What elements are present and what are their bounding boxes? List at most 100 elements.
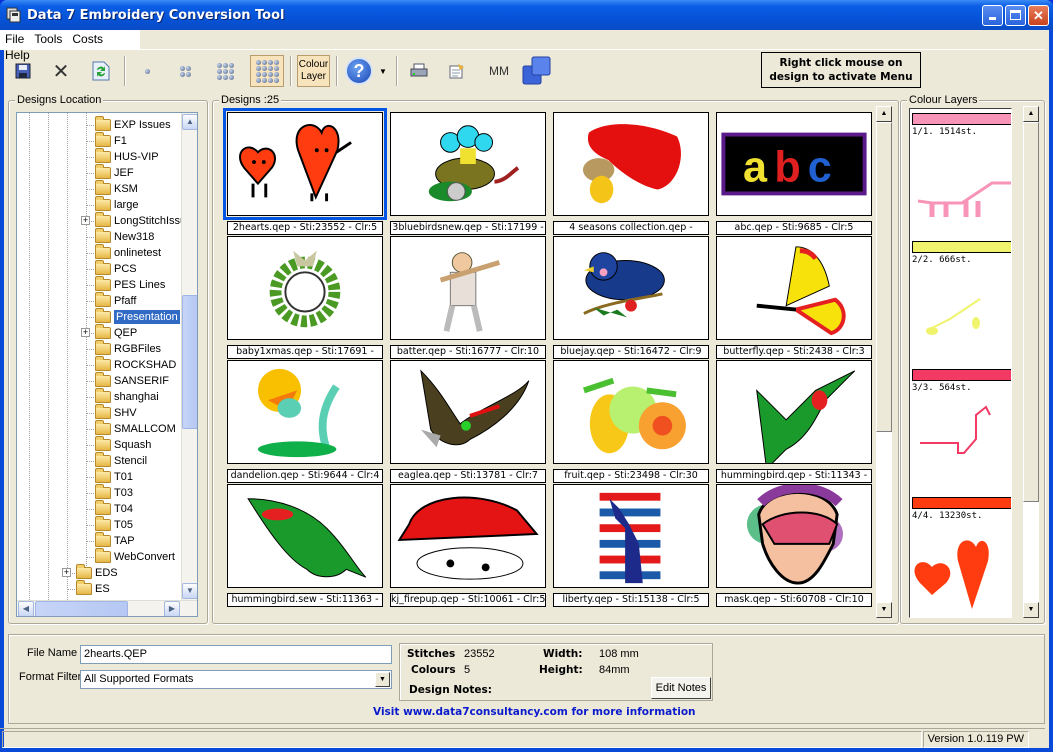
- tree-item-t04[interactable]: T04: [86, 500, 133, 517]
- view-4-button[interactable]: [170, 56, 200, 86]
- title-bar[interactable]: Data 7 Embroidery Conversion Tool ✕: [0, 0, 1053, 30]
- menu-file[interactable]: File: [0, 30, 29, 46]
- scrollbar-thumb[interactable]: [1023, 122, 1039, 502]
- minimize-button[interactable]: [982, 5, 1003, 26]
- design-thumbnail[interactable]: [553, 484, 709, 588]
- tree-item-t05[interactable]: T05: [86, 516, 133, 533]
- design-thumbnail[interactable]: [390, 236, 546, 340]
- expand-icon[interactable]: +: [81, 216, 90, 225]
- design-thumbnail[interactable]: [227, 360, 383, 464]
- tree-item-webconvert[interactable]: WebConvert: [86, 548, 175, 565]
- tree-item-exp-issues[interactable]: EXP Issues: [86, 116, 171, 133]
- design-thumbnail[interactable]: [553, 236, 709, 340]
- design-thumbnail[interactable]: [553, 360, 709, 464]
- help-dropdown-button[interactable]: ▼: [376, 56, 390, 86]
- scroll-left-button[interactable]: ◀: [18, 601, 34, 616]
- tree-item-eds[interactable]: + EDS: [62, 564, 118, 581]
- maximize-button[interactable]: [1005, 5, 1026, 26]
- colour-swatch[interactable]: [912, 241, 1011, 253]
- tree-item-new318[interactable]: New318: [86, 228, 154, 245]
- design-thumbnail[interactable]: [716, 360, 872, 464]
- website-link[interactable]: Visit www.data7consultancy.com for more …: [373, 706, 696, 718]
- menu-tools[interactable]: Tools: [29, 30, 67, 46]
- help-button[interactable]: ?: [344, 56, 374, 86]
- refresh-button[interactable]: [86, 56, 116, 86]
- design-thumbnail[interactable]: [223, 108, 387, 220]
- tree-item-shanghai[interactable]: shanghai: [86, 388, 159, 405]
- expand-icon[interactable]: +: [81, 328, 90, 337]
- scrollbar-thumb[interactable]: [876, 122, 892, 432]
- colour-swatch[interactable]: [912, 497, 1011, 509]
- view-9-button[interactable]: [210, 56, 240, 86]
- tree-item-rgbfiles[interactable]: RGBFiles: [86, 340, 161, 357]
- view-1-button[interactable]: [132, 56, 162, 86]
- tree-item-shv[interactable]: SHV: [86, 404, 137, 421]
- tree-item-t03[interactable]: T03: [86, 484, 133, 501]
- units-button[interactable]: MM: [484, 56, 514, 86]
- scroll-up-button[interactable]: ▲: [1023, 106, 1039, 122]
- save-button[interactable]: [8, 56, 38, 86]
- delete-button[interactable]: ✕: [46, 56, 76, 86]
- h-scrollbar-thumb[interactable]: [35, 601, 128, 616]
- file-name-input[interactable]: 2hearts.QEP: [80, 645, 392, 664]
- tree-item-pcs[interactable]: PCS: [86, 260, 137, 277]
- tree-item-t01[interactable]: T01: [86, 468, 133, 485]
- tree-item-tap[interactable]: TAP: [86, 532, 135, 549]
- scroll-up-button[interactable]: ▲: [182, 114, 197, 130]
- colour-layer-preview[interactable]: [912, 399, 1011, 489]
- folder-tree[interactable]: EXP Issues F1 HUS-VIP JEF KSM large + LongStitc…: [16, 112, 198, 617]
- design-thumbnail[interactable]: [390, 484, 546, 588]
- designs-scrollbar[interactable]: ▲ ▼: [876, 106, 892, 618]
- tree-item-presentation[interactable]: Presentation: [86, 308, 180, 325]
- chevron-down-icon[interactable]: ▼: [375, 672, 390, 687]
- scroll-down-button[interactable]: ▼: [1023, 602, 1039, 618]
- colour-layer-button[interactable]: Colour Layer: [297, 55, 330, 87]
- close-button[interactable]: ✕: [1028, 5, 1049, 26]
- colour-layer-preview[interactable]: [912, 527, 1011, 617]
- design-thumbnail[interactable]: [553, 112, 709, 216]
- tree-item-hus-vip[interactable]: HUS-VIP: [86, 148, 159, 165]
- colour-layer-preview[interactable]: [912, 143, 1011, 233]
- tree-item-squash[interactable]: Squash: [86, 436, 151, 453]
- tree-item-es[interactable]: ES: [67, 580, 110, 597]
- menu-costs[interactable]: Costs: [67, 30, 108, 46]
- design-thumbnail[interactable]: [227, 236, 383, 340]
- tree-item-rockshad[interactable]: ROCKSHAD: [86, 356, 176, 373]
- tree-item-stencil[interactable]: Stencil: [86, 452, 147, 469]
- tree-item-smallcom[interactable]: SMALLCOM: [86, 420, 176, 437]
- edit-notes-button[interactable]: Edit Notes: [651, 677, 711, 699]
- design-thumbnail[interactable]: [716, 236, 872, 340]
- tree-item-large[interactable]: large: [86, 196, 138, 213]
- print-button[interactable]: [404, 56, 434, 86]
- scrollbar-track[interactable]: [1023, 502, 1039, 602]
- design-thumbnail[interactable]: [390, 112, 546, 216]
- tree-item-f1[interactable]: F1: [86, 132, 127, 149]
- scroll-down-button[interactable]: ▼: [182, 583, 197, 599]
- properties-button[interactable]: [442, 56, 472, 86]
- colour-swatch[interactable]: [912, 113, 1011, 125]
- tree-item-pes-lines[interactable]: PES Lines: [86, 276, 165, 293]
- view-16-button[interactable]: [250, 55, 284, 87]
- cascade-button[interactable]: [520, 56, 554, 86]
- design-thumbnail[interactable]: [390, 360, 546, 464]
- expand-icon[interactable]: +: [62, 568, 71, 577]
- scroll-down-button[interactable]: ▼: [876, 602, 892, 618]
- scroll-right-button[interactable]: ▶: [164, 601, 180, 616]
- design-thumbnail[interactable]: [716, 484, 872, 588]
- design-thumbnail[interactable]: [227, 484, 383, 588]
- colour-layers-scrollbar[interactable]: ▲ ▼: [1023, 106, 1039, 618]
- format-filter-select[interactable]: All Supported Formats ▼: [80, 670, 392, 689]
- tree-horizontal-scrollbar[interactable]: ◀ ▶: [17, 600, 197, 616]
- scrollbar-thumb[interactable]: [182, 295, 197, 429]
- design-thumbnail[interactable]: abc: [716, 112, 872, 216]
- tree-item-onlinetest[interactable]: onlinetest: [86, 244, 161, 261]
- tree-item-pfaff[interactable]: Pfaff: [86, 292, 136, 309]
- tree-vertical-scrollbar[interactable]: ▲ ▼: [181, 113, 197, 600]
- colour-layer-preview[interactable]: [912, 271, 1011, 361]
- tree-item-ksm[interactable]: KSM: [86, 180, 138, 197]
- tree-item-qep[interactable]: + QEP: [81, 324, 137, 341]
- colour-swatch[interactable]: [912, 369, 1011, 381]
- scrollbar-track[interactable]: [876, 432, 892, 602]
- tree-item-sanserif[interactable]: SANSERIF: [86, 372, 169, 389]
- scroll-up-button[interactable]: ▲: [876, 106, 892, 122]
